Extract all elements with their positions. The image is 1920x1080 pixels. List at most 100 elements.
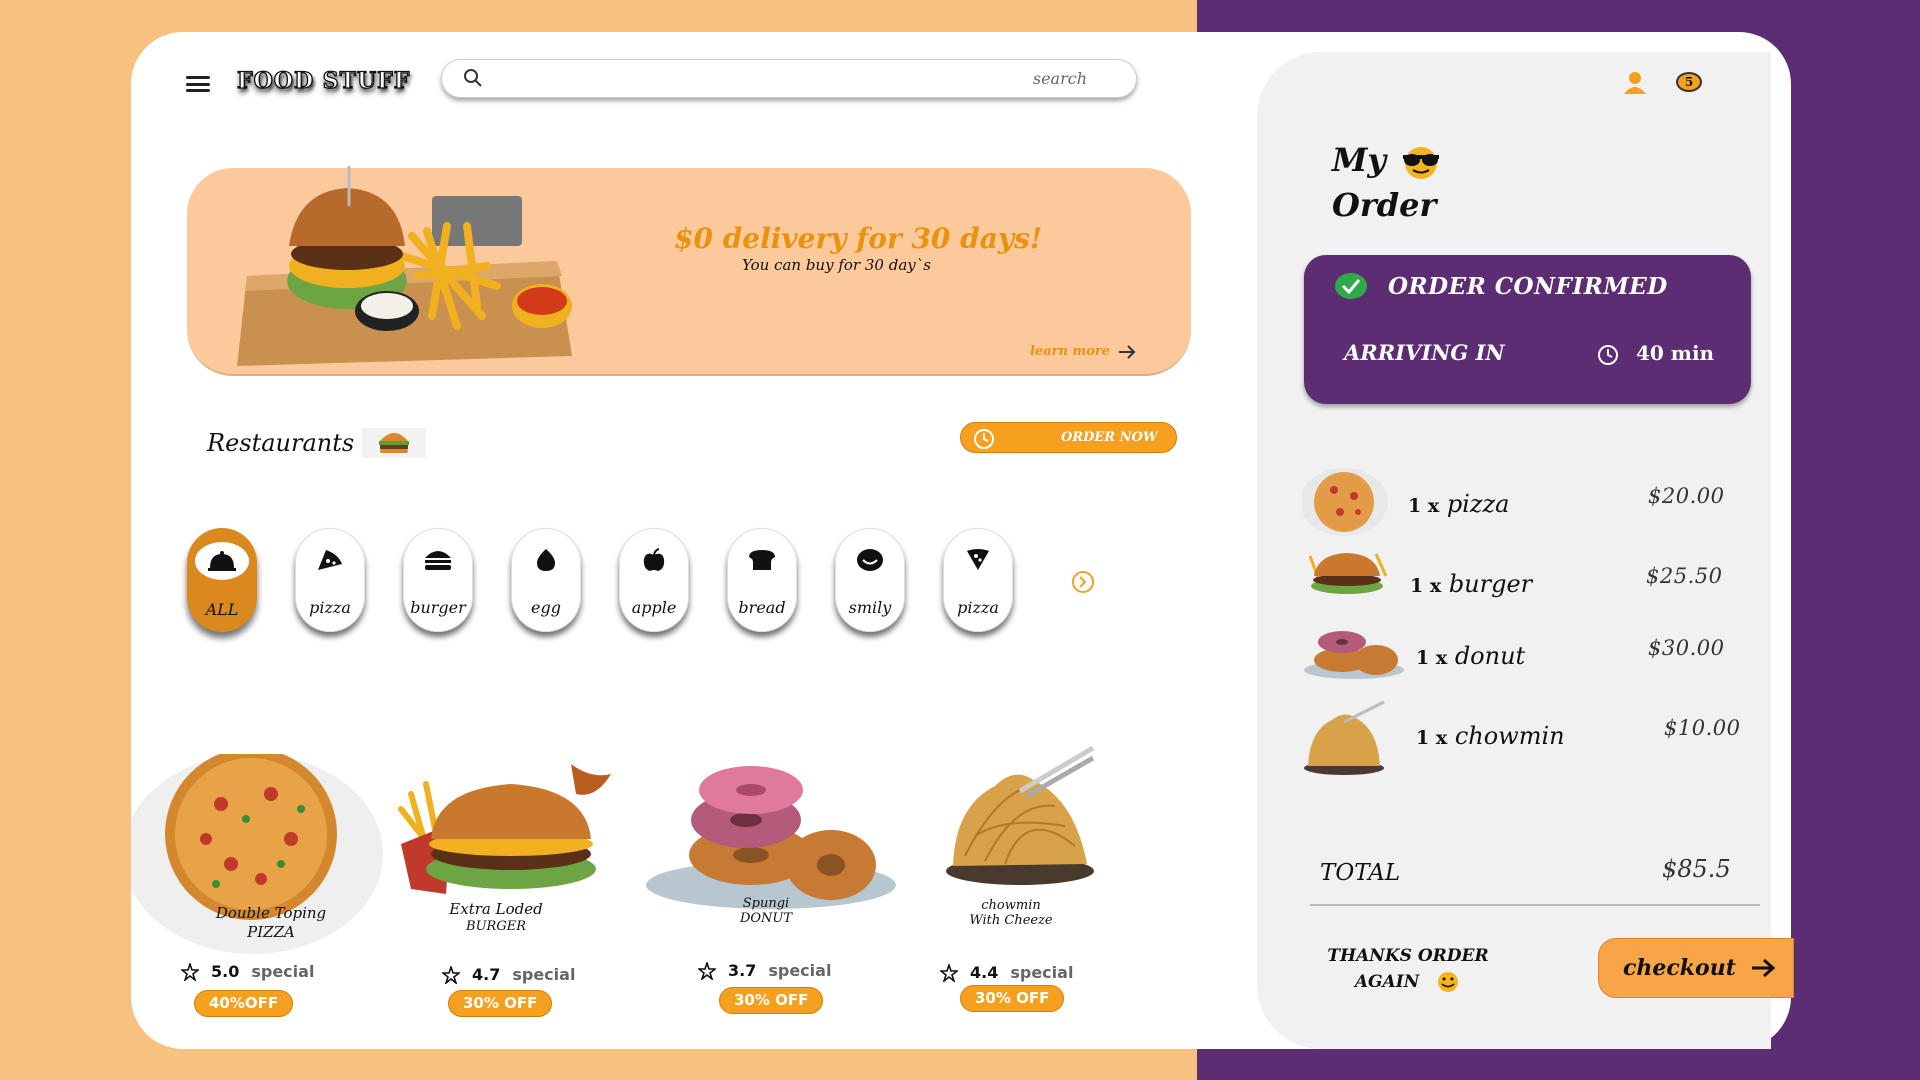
thanks-message: THANKS ORDER AGAIN — [1318, 944, 1498, 995]
restaurants-title: Restaurants — [207, 429, 355, 457]
clock-icon — [1598, 345, 1618, 365]
category-label: egg — [531, 598, 561, 617]
rating-pizza: 5.0 special — [181, 962, 314, 981]
arrow-right-icon — [1119, 344, 1136, 359]
order-status-label: ORDER CONFIRMED — [1388, 273, 1668, 300]
order-item-donut[interactable]: 1 x donut $30.00 — [1302, 620, 1762, 700]
rating-value: 4.4 — [970, 963, 999, 982]
item-label: 1 x donut — [1416, 642, 1526, 670]
order-now-button[interactable]: ORDER NOW — [960, 422, 1177, 453]
rating-value: 5.0 — [211, 962, 240, 981]
order-item-pizza[interactable]: 1 x pizza $20.00 — [1302, 468, 1762, 548]
special-label: special — [512, 965, 576, 984]
star-icon — [442, 965, 460, 984]
total-value: $85.5 — [1662, 855, 1731, 883]
food-card-donut[interactable]: Spungi DONUT — [691, 896, 841, 926]
order-item-chowmin[interactable]: 1 x chowmin $10.00 — [1302, 700, 1762, 780]
restaurants-heading: Restaurants — [207, 428, 427, 458]
category-label: ALL — [205, 600, 239, 619]
category-pizza-2[interactable]: pizza — [943, 528, 1013, 632]
pizza-thumb — [1302, 468, 1388, 536]
divider — [1310, 904, 1760, 906]
category-apple[interactable]: apple — [619, 528, 689, 632]
smiley-icon — [857, 549, 883, 571]
smiley-emoji-icon — [1438, 972, 1459, 992]
pizza-icon — [967, 549, 989, 570]
category-pizza[interactable]: pizza — [295, 528, 365, 632]
star-icon — [940, 963, 958, 982]
bread-icon — [749, 550, 775, 570]
egg-icon — [537, 549, 555, 571]
special-label: special — [251, 962, 315, 981]
pizza-slice-icon — [318, 550, 342, 570]
check-circle-icon — [1335, 273, 1367, 299]
food-card-burger[interactable]: Extra Loded BURGER — [411, 900, 581, 934]
offer-badge[interactable]: 30% OFF — [960, 985, 1065, 1012]
food-subname: BURGER — [466, 918, 526, 934]
search-bar[interactable]: search — [441, 59, 1137, 98]
food-subname: DONUT — [739, 911, 793, 926]
category-label: smily — [848, 598, 892, 617]
apple-icon — [643, 548, 665, 571]
burger-emoji-icon — [362, 428, 427, 458]
category-label: bread — [738, 598, 786, 617]
total-label: TOTAL — [1320, 860, 1401, 886]
offer-badge[interactable]: 40%OFF — [194, 990, 294, 1017]
item-label: 1 x chowmin — [1416, 722, 1565, 750]
order-now-label: ORDER NOW — [1061, 430, 1158, 445]
chowmin-image — [946, 746, 1095, 885]
my-order-line1: My — [1332, 141, 1387, 179]
thanks-line1: THANKS ORDER — [1327, 946, 1489, 966]
service-bell-icon — [208, 551, 236, 571]
burger-icon — [425, 551, 451, 570]
donut-thumb — [1304, 631, 1404, 679]
chowmin-thumb — [1304, 700, 1385, 775]
menu-icon[interactable] — [186, 76, 210, 92]
rating-chowmin: 4.4 special — [940, 963, 1073, 982]
search-input[interactable]: search — [1033, 69, 1087, 88]
category-smily[interactable]: smily — [835, 528, 905, 632]
search-icon — [464, 69, 482, 87]
arriving-time: 40 min — [1636, 341, 1715, 365]
order-item-burger[interactable]: 1 x burger $25.50 — [1302, 548, 1762, 628]
category-label: apple — [631, 598, 677, 617]
item-price: $10.00 — [1664, 716, 1741, 740]
rating-value: 3.7 — [728, 961, 757, 980]
burger-thumb — [1308, 553, 1388, 594]
item-label: 1 x burger — [1410, 570, 1533, 598]
star-icon — [181, 962, 199, 981]
donut-image — [646, 766, 896, 909]
item-price: $25.50 — [1646, 564, 1723, 588]
app-logo: FOOD STUFF — [236, 67, 411, 94]
offer-badge[interactable]: 30% OFF — [448, 990, 553, 1017]
category-all[interactable]: ALL — [187, 528, 257, 632]
offer-badge[interactable]: 30% OFF — [719, 987, 824, 1014]
rating-burger: 4.7 special — [442, 965, 575, 984]
item-price: $20.00 — [1648, 484, 1725, 508]
promo-banner: $0 delivery for 30 days! You can buy for… — [187, 166, 1191, 376]
sunglasses-emoji-icon — [1403, 146, 1440, 179]
checkout-button[interactable]: checkout — [1598, 938, 1794, 998]
my-order-title: My Order — [1332, 138, 1445, 228]
food-subname: With Cheeze — [969, 913, 1053, 928]
food-card-chowmin[interactable]: chowmin With Cheeze — [931, 898, 1091, 928]
food-name: chowmin — [981, 898, 1041, 913]
next-arrow-icon[interactable] — [1071, 570, 1095, 594]
learn-more-link[interactable]: learn more — [1030, 344, 1136, 359]
food-card-pizza[interactable]: Double Toping PIZZA — [171, 904, 371, 942]
user-icon[interactable] — [1622, 70, 1648, 96]
category-egg[interactable]: egg — [511, 528, 581, 632]
category-label: pizza — [309, 598, 351, 617]
category-burger[interactable]: burger — [403, 528, 473, 632]
banner-title: $0 delivery for 30 days! — [674, 222, 1043, 255]
rating-donut: 3.7 special — [698, 961, 831, 980]
thanks-line2: AGAIN — [1354, 971, 1420, 992]
cart-count-badge[interactable]: 5 — [1676, 72, 1702, 92]
category-label: burger — [410, 598, 466, 617]
category-bread[interactable]: bread — [727, 528, 797, 632]
star-icon — [698, 961, 716, 980]
item-price: $30.00 — [1648, 636, 1725, 660]
checkout-label: checkout — [1623, 955, 1736, 981]
special-label: special — [1010, 963, 1074, 982]
arriving-label: ARRIVING IN — [1344, 340, 1505, 365]
